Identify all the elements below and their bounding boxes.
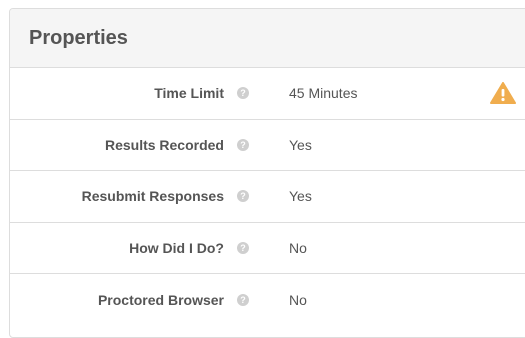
help-icon[interactable]: ? bbox=[237, 293, 249, 306]
property-value: No bbox=[289, 291, 307, 308]
property-value: Yes bbox=[289, 136, 312, 153]
property-label: Time Limit bbox=[154, 85, 224, 102]
property-label: Proctored Browser bbox=[97, 291, 224, 308]
help-icon[interactable]: ? bbox=[237, 138, 249, 151]
property-value: Yes bbox=[289, 188, 312, 205]
help-icon[interactable]: ? bbox=[237, 241, 249, 254]
property-row-time-limit: Time Limit ? 45 Minutes bbox=[10, 68, 525, 120]
property-label: How Did I Do? bbox=[129, 239, 224, 256]
property-label: Resubmit Responses bbox=[81, 188, 224, 205]
property-value: No bbox=[289, 239, 307, 256]
property-row-resubmit-responses: Resubmit Responses ? Yes bbox=[10, 171, 525, 223]
panel-title: Properties bbox=[29, 26, 128, 49]
help-icon[interactable]: ? bbox=[237, 190, 249, 203]
properties-panel: Properties Time Limit ? 45 Minutes Resul… bbox=[9, 8, 525, 338]
warning-icon[interactable] bbox=[490, 82, 516, 105]
property-row-results-recorded: Results Recorded ? Yes bbox=[10, 120, 525, 171]
property-row-how-did-i-do: How Did I Do? ? No bbox=[10, 223, 525, 274]
panel-header: Properties bbox=[10, 9, 525, 68]
property-label: Results Recorded bbox=[104, 136, 224, 153]
help-icon[interactable]: ? bbox=[237, 87, 249, 100]
property-value: 45 Minutes bbox=[289, 85, 358, 102]
property-row-proctored-browser: Proctored Browser ? No bbox=[10, 274, 525, 326]
